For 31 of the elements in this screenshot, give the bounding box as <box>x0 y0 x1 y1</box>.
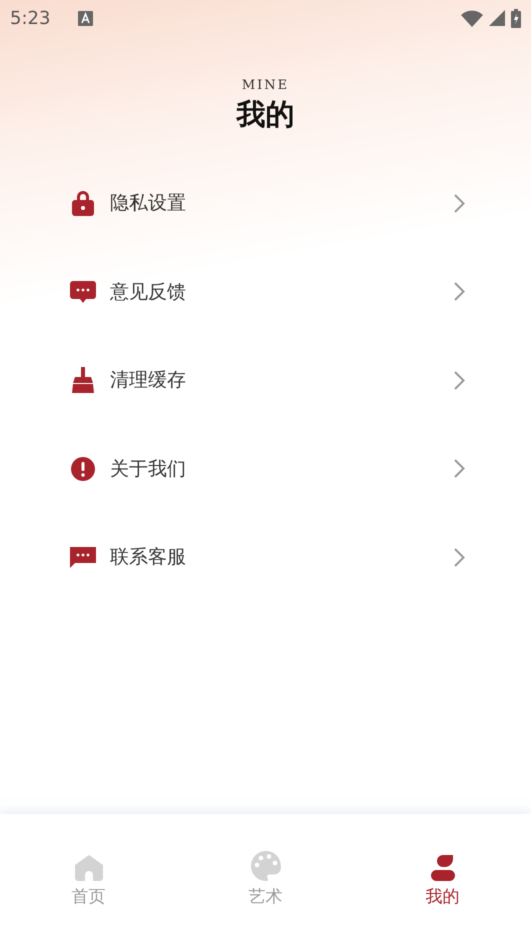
battery-icon <box>511 8 521 28</box>
chat-bubble-icon <box>70 280 96 304</box>
wifi-icon <box>461 10 483 26</box>
menu-item[interactable]: 关于我们 <box>0 424 531 513</box>
menu-item[interactable]: 联系客服 <box>0 513 531 602</box>
page-subtitle: MINE <box>242 78 290 93</box>
keyboard-a-icon <box>78 10 94 26</box>
chevron-icon <box>454 548 465 567</box>
chevron-icon <box>454 194 465 213</box>
tab[interactable]: 我的 <box>354 848 531 908</box>
chevron-icon <box>454 370 465 390</box>
menu-item[interactable]: 隐私设置 <box>0 159 531 248</box>
palette-icon <box>250 851 280 881</box>
page-title: 我的 <box>236 96 294 133</box>
menu-label: 关于我们 <box>110 456 187 482</box>
home-icon <box>74 855 102 881</box>
message-icon <box>70 546 96 568</box>
chevron-icon <box>454 282 465 302</box>
menu-label: 清理缓存 <box>110 368 187 394</box>
person-icon <box>430 855 454 881</box>
menu-label: 意见反馈 <box>110 280 187 305</box>
menu-label: 联系客服 <box>110 545 187 570</box>
menu-item[interactable]: 清理缓存 <box>0 336 531 424</box>
alert-icon <box>71 456 95 481</box>
lock-icon <box>71 190 95 216</box>
menu-item[interactable]: 意见反馈 <box>0 248 531 336</box>
clock: 5:23 <box>10 8 50 28</box>
signal-icon <box>489 10 505 26</box>
broom-icon <box>71 367 95 394</box>
menu-label: 隐私设置 <box>110 191 187 216</box>
chevron-icon <box>454 459 465 478</box>
